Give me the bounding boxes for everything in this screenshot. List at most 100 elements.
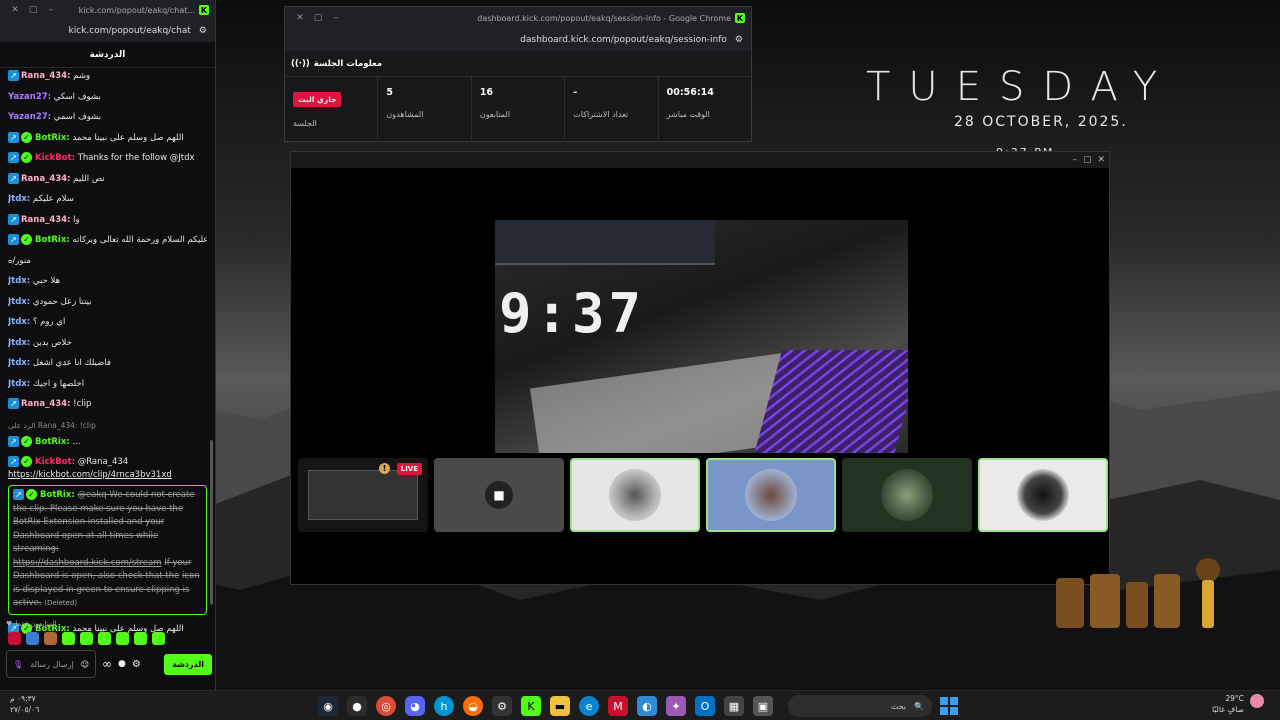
emote-icon[interactable]	[98, 632, 111, 645]
chat-username[interactable]: Jtdx:	[8, 276, 30, 286]
emoji-icon[interactable]: ☺	[81, 660, 89, 669]
chat-text: Thanks for the follow @Jtdx	[77, 153, 195, 163]
chat-urlbar[interactable]: kick.com/popout/eakq/chat ⚙	[0, 20, 215, 42]
steam-icon[interactable]: ◉	[318, 696, 338, 716]
chat-username[interactable]: Jtdx:	[8, 297, 30, 307]
store-icon[interactable]: ▦	[724, 696, 744, 716]
video-window-titlebar: – ▢ ✕	[291, 152, 1109, 168]
chat-username[interactable]: Jtdx:	[8, 358, 30, 368]
chat-username[interactable]: Jtdx:	[8, 338, 30, 348]
minimize-icon[interactable]: –	[327, 13, 345, 23]
chat-username[interactable]: KickBot:	[35, 153, 75, 163]
chat-text: اللهم صل وسلم على نبينا محمد	[72, 132, 184, 143]
chat-username[interactable]: Rana_434:	[21, 399, 70, 409]
clip-link[interactable]: https://kickbot.com/clip/4rnca3bv31xd	[8, 469, 207, 482]
maximize-icon[interactable]: ▢	[1083, 155, 1092, 165]
chat-username[interactable]: Rana_434:	[21, 71, 70, 81]
chat-username[interactable]: Rana_434:	[21, 215, 70, 225]
stat-label: الوقت مباشر	[666, 110, 710, 119]
chat-message: ↗ Rana_434: وا	[8, 213, 207, 227]
chat-username[interactable]: Rana_434:	[21, 174, 70, 184]
chat-username[interactable]: Jtdx:	[8, 379, 30, 389]
chat-username[interactable]: BotRix:	[35, 133, 70, 143]
emote-icon[interactable]	[116, 632, 129, 645]
chat-username[interactable]: Yazan27:	[8, 92, 51, 102]
emote-icon[interactable]	[44, 632, 57, 645]
thumbnail-participant[interactable]	[570, 458, 700, 532]
taskbar-clock[interactable]: ٠٩:٣٧ م ٢٧/٠٥/٠٦	[10, 693, 39, 715]
app-icon[interactable]: ◒	[463, 696, 483, 716]
taskbar-weather[interactable]: 29°C صافٍ غالبًا	[1212, 693, 1244, 715]
emote-icon[interactable]	[152, 632, 165, 645]
chat-message-input[interactable]: 🎙 إرسال رسالة ☺	[6, 650, 96, 678]
chat-username[interactable]: KickBot:	[35, 457, 75, 467]
live-status-badge: جاري البث	[293, 92, 342, 107]
edge-icon[interactable]: e	[579, 696, 599, 716]
session-stats: جاري البث الجلسة 5 المشاهدون 16 المتابعو…	[285, 77, 751, 139]
folder-icon[interactable]: ▬	[550, 696, 570, 716]
copilot-icon[interactable]: ✦	[666, 696, 686, 716]
chrome-icon[interactable]: ◎	[376, 696, 396, 716]
users-icon[interactable]: ●	[118, 659, 126, 669]
windows-start-icon[interactable]	[940, 697, 958, 715]
chat-username[interactable]: Jtdx:	[8, 317, 30, 327]
minimize-icon[interactable]: –	[42, 5, 60, 15]
chat-scrollbar[interactable]	[210, 440, 213, 605]
discord-icon[interactable]: ◕	[405, 696, 425, 716]
emote-icon[interactable]	[26, 632, 39, 645]
verified-icon: ✓	[21, 152, 32, 163]
session-header: ((·)) معلومات الجلسة	[285, 51, 751, 77]
minimize-icon[interactable]: –	[1072, 155, 1077, 165]
thumbnail-participant[interactable]	[978, 458, 1108, 532]
led-clock-scene: 9:37	[499, 282, 646, 345]
close-icon[interactable]: ✕	[291, 13, 309, 23]
chat-username[interactable]: BotRix:	[40, 490, 75, 500]
chat-username[interactable]: Yazan27:	[8, 112, 51, 122]
settings-gear-icon[interactable]: ⚙	[132, 659, 141, 670]
chat-text: سلام عليكم	[32, 194, 74, 204]
chat-username[interactable]: BotRix:	[35, 437, 70, 447]
session-urlbar[interactable]: dashboard.kick.com/popout/eakq/session-i…	[285, 29, 751, 51]
emote-icon[interactable]	[62, 632, 75, 645]
chat-message: ↗ ✓ KickBot: @Rana_434 https://kickbot.com/…	[8, 456, 207, 482]
chat-username[interactable]: Jtdx:	[8, 194, 30, 204]
mcafee-icon[interactable]: M	[608, 696, 628, 716]
thumbnail-participant[interactable]	[706, 458, 836, 532]
chat-message-list: ↗ Rana_434: وشم Yazan27: بشوف اسكي Yazan27:…	[0, 68, 215, 645]
participant-thumbnails: ! LIVE ■	[298, 458, 1108, 532]
close-icon[interactable]: ✕	[6, 5, 24, 15]
site-settings-icon[interactable]: ⚙	[199, 26, 207, 36]
thumbnail-screen-share[interactable]: ! LIVE	[298, 458, 428, 532]
emote-icon[interactable]	[80, 632, 93, 645]
chat-text: اخلصها و اجيك	[32, 378, 85, 389]
chat-username[interactable]: BotRix:	[35, 235, 70, 245]
chat-message: ↗ Rana_434: نص الليم	[8, 172, 207, 186]
emote-icon[interactable]	[134, 632, 147, 645]
verified-icon: ✓	[21, 435, 32, 447]
mic-icon[interactable]: 🎙	[13, 660, 23, 669]
stat-value: -	[573, 87, 578, 98]
maximize-icon[interactable]: ▢	[309, 13, 327, 23]
outlook-icon[interactable]: O	[695, 696, 715, 716]
infinity-icon[interactable]: ∞	[102, 657, 112, 671]
app-icon[interactable]: ◐	[637, 696, 657, 716]
thumbnail-participant[interactable]	[842, 458, 972, 532]
maximize-icon[interactable]: ▢	[24, 5, 42, 15]
emote-icon[interactable]	[8, 632, 21, 645]
taskbar-apps: ◉ ● ◎ ◕ h ◒ ⚙ K ▬ e M ◐ ✦ O ▦ ▣	[318, 696, 773, 716]
taskbar-search[interactable]: بحث 🔍	[788, 695, 932, 717]
deleted-message: ↗ ✓ BotRix: @eakq We could not create the …	[8, 485, 207, 615]
chat-text: هلا حبي	[32, 276, 61, 286]
thumbnail-camera-off[interactable]: ■	[434, 458, 564, 532]
app-icon[interactable]: ●	[347, 696, 367, 716]
kick-icon[interactable]: K	[521, 696, 541, 716]
close-icon[interactable]: ✕	[1097, 155, 1105, 165]
settings-icon[interactable]: ⚙	[492, 696, 512, 716]
site-settings-icon[interactable]: ⚙	[735, 35, 743, 45]
deleted-link[interactable]: https://dashboard.kick.com/stream	[13, 558, 162, 568]
app-icon[interactable]: ▣	[753, 696, 773, 716]
send-chat-button[interactable]: الدردشة	[164, 653, 212, 675]
hp-icon[interactable]: h	[434, 696, 454, 716]
main-video-feed[interactable]: 9:37	[495, 220, 908, 453]
chat-message: Jtdx: بيتنا زعل حمودي	[8, 296, 207, 309]
